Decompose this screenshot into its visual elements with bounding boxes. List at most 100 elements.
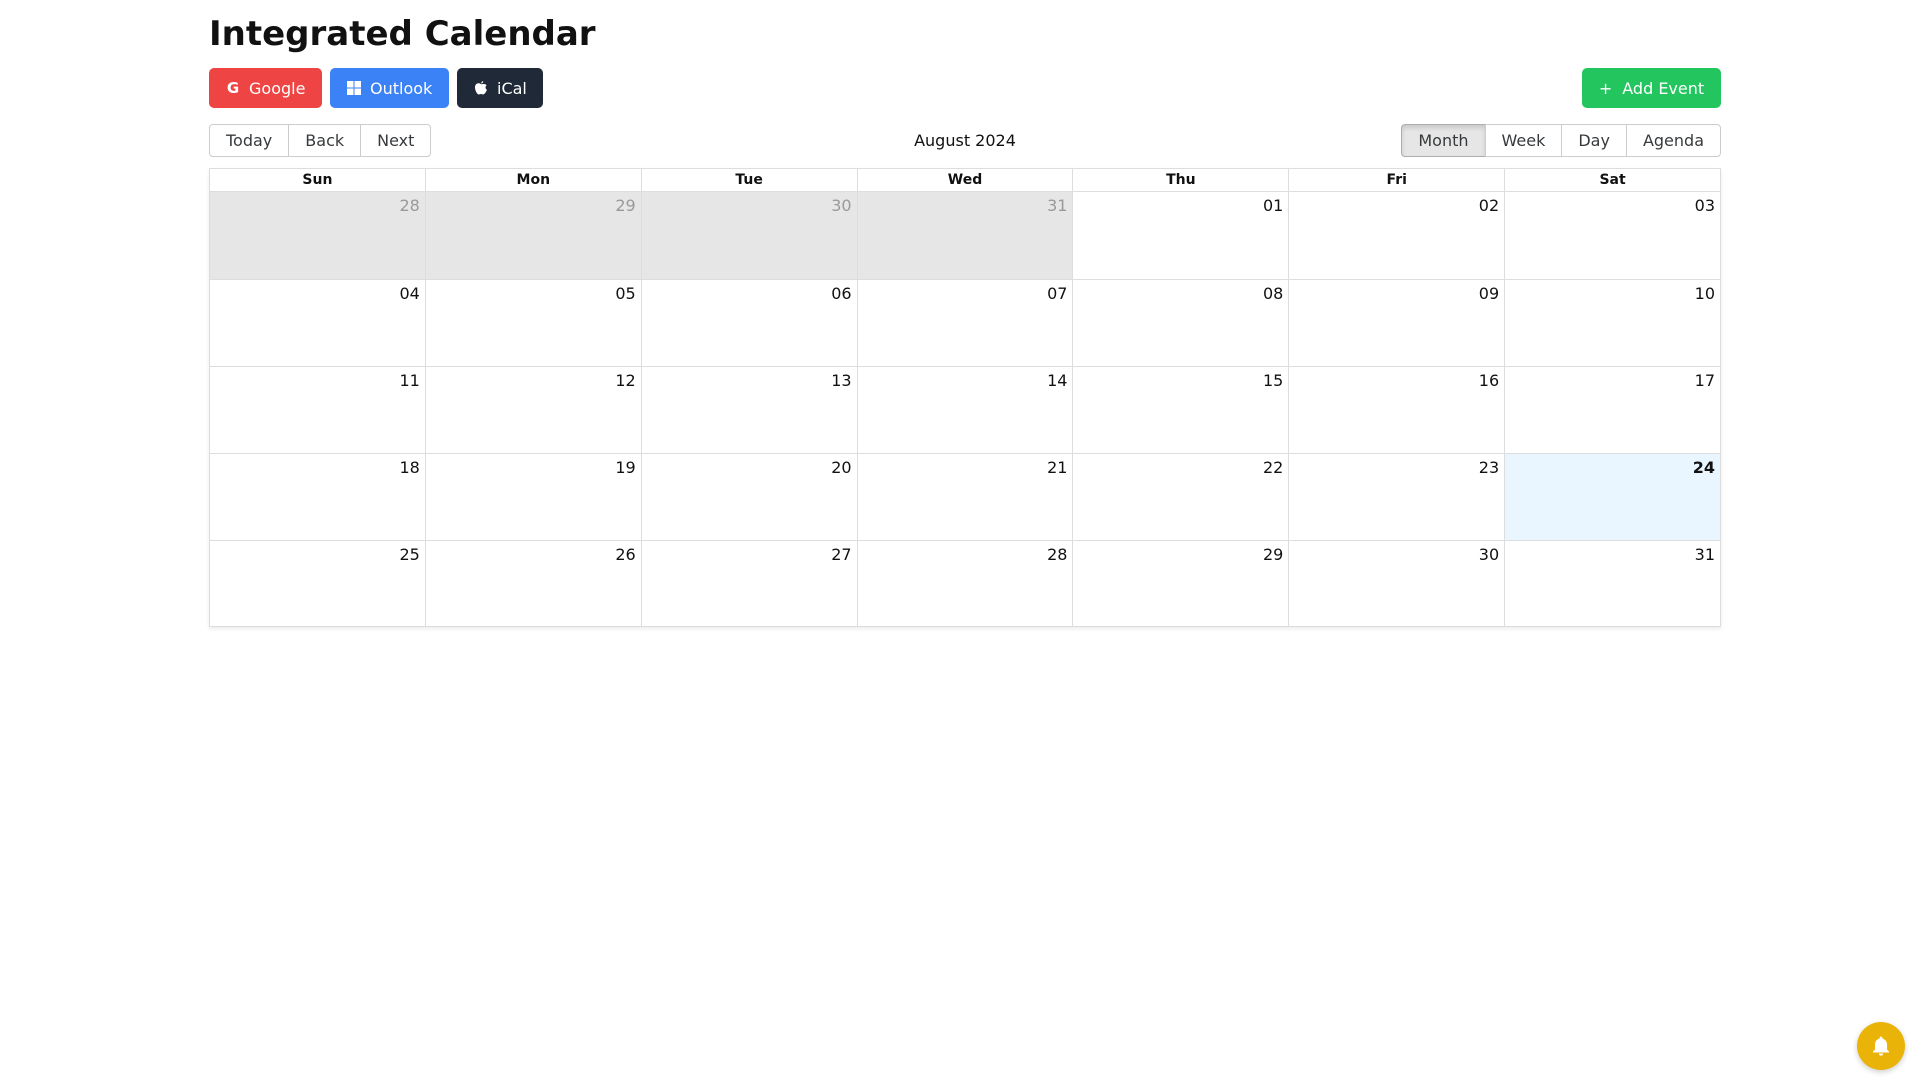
google-icon: G <box>225 80 241 96</box>
day-cell[interactable]: 23 <box>1288 454 1504 540</box>
date-number[interactable]: 29 <box>615 196 635 215</box>
view-week-button[interactable]: Week <box>1484 124 1563 157</box>
bell-icon <box>1871 1035 1891 1057</box>
back-button[interactable]: Back <box>288 124 362 157</box>
view-day-button[interactable]: Day <box>1561 124 1627 157</box>
day-cell[interactable]: 17 <box>1504 367 1720 453</box>
weekday-fri: Fri <box>1288 169 1504 191</box>
date-number[interactable]: 13 <box>831 371 851 390</box>
next-button[interactable]: Next <box>360 124 432 157</box>
date-number[interactable]: 12 <box>615 371 635 390</box>
day-cell[interactable]: 22 <box>1072 454 1288 540</box>
outlook-sync-button[interactable]: Outlook <box>330 68 449 108</box>
day-cell[interactable]: 31 <box>856 192 1073 279</box>
day-cell[interactable]: 30 <box>640 192 857 279</box>
day-cell[interactable]: 01 <box>1072 192 1288 279</box>
day-cell[interactable]: 11 <box>210 367 425 453</box>
day-cell[interactable]: 10 <box>1504 280 1720 366</box>
day-cell[interactable]: 05 <box>424 280 641 366</box>
date-number[interactable]: 02 <box>1479 196 1499 215</box>
date-number[interactable]: 08 <box>1263 284 1283 303</box>
day-cell[interactable]: 29 <box>1072 541 1288 627</box>
weekday-tue: Tue <box>640 169 857 191</box>
day-cell[interactable]: 18 <box>210 454 425 540</box>
week-row: 11 12 13 14 15 16 17 <box>210 366 1720 453</box>
date-number[interactable]: 24 <box>1693 458 1715 477</box>
google-sync-button[interactable]: G Google <box>209 68 322 108</box>
date-number[interactable]: 16 <box>1479 371 1499 390</box>
view-button-group: Month Week Day Agenda <box>1401 124 1721 157</box>
today-button[interactable]: Today <box>209 124 290 157</box>
date-number[interactable]: 20 <box>831 458 851 477</box>
day-cell[interactable]: 28 <box>856 541 1073 627</box>
date-number[interactable]: 31 <box>1047 196 1067 215</box>
notification-button[interactable] <box>1857 1022 1905 1070</box>
day-cell[interactable]: 30 <box>1288 541 1504 627</box>
day-cell[interactable]: 07 <box>856 280 1073 366</box>
day-cell[interactable]: 12 <box>424 367 641 453</box>
date-number[interactable]: 06 <box>831 284 851 303</box>
page-title: Integrated Calendar <box>209 14 596 54</box>
date-number[interactable]: 14 <box>1047 371 1067 390</box>
date-number[interactable]: 04 <box>400 284 420 303</box>
ical-sync-button[interactable]: iCal <box>457 68 543 108</box>
day-cell[interactable]: 25 <box>210 541 425 627</box>
view-month-button[interactable]: Month <box>1401 124 1486 157</box>
day-cell[interactable]: 15 <box>1072 367 1288 453</box>
day-cell[interactable]: 13 <box>640 367 857 453</box>
plus-icon: + <box>1598 78 1613 98</box>
date-number[interactable]: 27 <box>831 545 851 564</box>
day-cell[interactable]: 14 <box>856 367 1073 453</box>
date-number[interactable]: 23 <box>1479 458 1499 477</box>
day-cell[interactable]: 27 <box>640 541 857 627</box>
day-cell[interactable]: 26 <box>424 541 641 627</box>
day-cell[interactable]: 28 <box>210 192 425 279</box>
day-cell[interactable]: 06 <box>640 280 857 366</box>
day-cell[interactable]: 19 <box>424 454 641 540</box>
svg-text:G: G <box>227 80 239 96</box>
week-row: 25 26 27 28 29 30 31 <box>210 540 1720 627</box>
date-number[interactable]: 11 <box>400 371 420 390</box>
add-event-button[interactable]: + Add Event <box>1582 68 1721 108</box>
day-cell[interactable]: 16 <box>1288 367 1504 453</box>
day-cell[interactable]: 02 <box>1288 192 1504 279</box>
week-row: 04 05 06 07 08 09 10 <box>210 279 1720 366</box>
outlook-sync-label: Outlook <box>370 78 433 98</box>
day-cell[interactable]: 31 <box>1504 541 1720 627</box>
date-number[interactable]: 15 <box>1263 371 1283 390</box>
date-number[interactable]: 30 <box>1479 545 1499 564</box>
day-cell[interactable]: 20 <box>640 454 857 540</box>
weekday-sun: Sun <box>302 172 333 188</box>
day-cell[interactable]: 21 <box>856 454 1073 540</box>
view-agenda-button[interactable]: Agenda <box>1625 124 1721 157</box>
date-number[interactable]: 01 <box>1263 196 1283 215</box>
day-cell[interactable]: 08 <box>1072 280 1288 366</box>
date-number[interactable]: 31 <box>1695 545 1715 564</box>
date-number[interactable]: 19 <box>615 458 635 477</box>
date-number[interactable]: 28 <box>400 196 420 215</box>
date-number[interactable]: 18 <box>400 458 420 477</box>
weekday-thu: Thu <box>1072 169 1288 191</box>
date-number[interactable]: 05 <box>615 284 635 303</box>
date-number[interactable]: 17 <box>1695 371 1715 390</box>
date-number[interactable]: 21 <box>1047 458 1067 477</box>
day-cell-today[interactable]: 24 <box>1504 454 1721 540</box>
day-cell[interactable]: 09 <box>1288 280 1504 366</box>
date-number[interactable]: 28 <box>1047 545 1067 564</box>
date-number[interactable]: 03 <box>1695 196 1715 215</box>
day-cell[interactable]: 03 <box>1504 192 1720 279</box>
google-sync-label: Google <box>249 78 306 98</box>
date-number[interactable]: 10 <box>1695 284 1715 303</box>
add-event-label: Add Event <box>1622 78 1705 98</box>
date-number[interactable]: 30 <box>831 196 851 215</box>
day-cell[interactable]: 29 <box>424 192 641 279</box>
date-number[interactable]: 22 <box>1263 458 1283 477</box>
month-view: Sun Mon Tue Wed Thu Fri Sat 28 29 30 31 01 02… <box>209 168 1721 627</box>
date-number[interactable]: 26 <box>615 545 635 564</box>
date-number[interactable]: 25 <box>400 545 420 564</box>
day-cell[interactable]: 04 <box>210 280 425 366</box>
date-number[interactable]: 09 <box>1479 284 1499 303</box>
date-number[interactable]: 29 <box>1263 545 1283 564</box>
weekday-mon: Mon <box>424 169 641 191</box>
date-number[interactable]: 07 <box>1047 284 1067 303</box>
